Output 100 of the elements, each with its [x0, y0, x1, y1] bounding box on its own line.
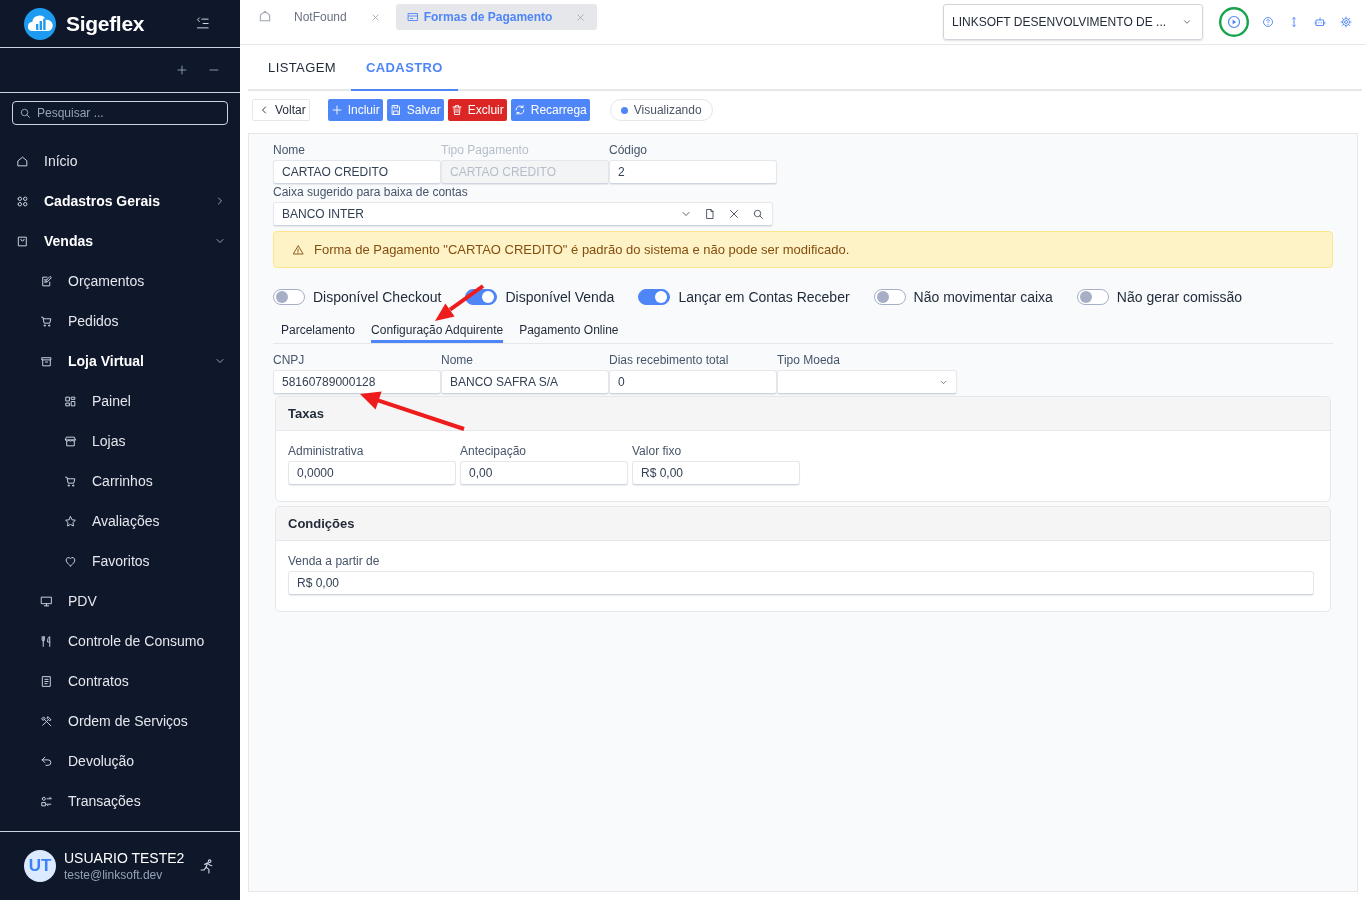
company-select[interactable]: LINKSOFT DESENVOLVIMENTO DE ...	[943, 4, 1203, 40]
search-field[interactable]: Pesquisar ...	[12, 101, 228, 125]
tab[interactable]: Pagamento Online	[519, 317, 619, 343]
bag-icon	[16, 234, 29, 248]
sidebar-item[interactable]: Devolução	[0, 741, 240, 781]
sidebar-item[interactable]: Transações	[0, 781, 240, 821]
field-label: Administrativa	[288, 443, 365, 459]
robot-icon[interactable]	[1314, 16, 1326, 28]
text-field[interactable]: 0	[609, 370, 777, 394]
home-icon	[16, 154, 29, 168]
monitor-icon	[40, 594, 53, 608]
crossed-tools-icon	[40, 714, 53, 728]
text-field[interactable]: R$ 0,00	[288, 571, 1314, 595]
status-dot-icon	[620, 106, 628, 114]
refresh-icon	[513, 104, 526, 116]
toggle-switch[interactable]	[638, 289, 671, 305]
field-label: CNPJ	[273, 352, 306, 368]
text-field[interactable]: 2	[609, 160, 777, 184]
sidebar-item[interactable]: Ordem de Serviços	[0, 701, 240, 741]
file-icon[interactable]	[704, 208, 716, 220]
transfer-icon	[40, 794, 53, 808]
cart-icon	[64, 474, 77, 488]
field-label: Venda a partir de	[288, 553, 381, 569]
field-label: Nome	[441, 352, 474, 368]
chevron-down-icon	[1182, 17, 1192, 27]
text-field[interactable]: CARTAO CREDITO	[273, 160, 441, 184]
star-icon	[64, 514, 77, 528]
settings-icon[interactable]	[1340, 16, 1352, 28]
warning-icon	[292, 243, 304, 256]
field-label: Valor fixo	[632, 443, 683, 459]
archive-box-icon	[40, 354, 53, 368]
help-icon[interactable]	[1262, 16, 1274, 28]
sidebar-item[interactable]: Cadastros Gerais	[0, 181, 240, 221]
text-field[interactable]: R$ 0,00	[632, 461, 800, 485]
user-name: USUARIO TESTE2	[64, 850, 185, 866]
plus-icon	[330, 104, 343, 116]
alert-text: Forma de Pagamento "CARTAO CREDITO" é padrão do sistema e não pode ser modificado.	[314, 242, 850, 257]
delete-button[interactable]: Excluir	[447, 99, 507, 121]
play-icon[interactable]	[1219, 7, 1249, 37]
tab[interactable]: Parcelamento	[281, 317, 356, 343]
tab[interactable]: LISTAGEM	[253, 45, 351, 91]
back-button[interactable]: Voltar	[252, 99, 310, 121]
storefront-icon	[64, 434, 77, 448]
sidebar-item[interactable]: Painel	[0, 381, 240, 421]
sidebar-item[interactable]: Controle de Consumo	[0, 621, 240, 661]
card-icon	[406, 11, 419, 23]
sidebar-item[interactable]: Loja Virtual	[0, 341, 240, 381]
edit-document-icon	[40, 274, 53, 288]
user-email: teste@linksoft.dev	[64, 868, 164, 882]
text-field[interactable]: BANCO SAFRA S/A	[441, 370, 609, 394]
sidebar-item[interactable]: Lojas	[0, 421, 240, 461]
plus-icon[interactable]	[176, 64, 188, 76]
search-icon	[19, 107, 31, 119]
save-icon	[389, 104, 402, 116]
sidebar-item[interactable]: Pedidos	[0, 301, 240, 341]
home-icon[interactable]	[258, 9, 272, 23]
brand-name: Sigeflex	[66, 11, 145, 36]
search-icon[interactable]	[752, 208, 764, 220]
field-label: Caixa sugerido para baixa de contas	[273, 184, 469, 200]
heart-icon	[64, 554, 77, 568]
sidebar-item[interactable]: Início	[0, 141, 240, 181]
circles-icon	[16, 194, 29, 208]
utensils-icon	[40, 634, 53, 648]
toggle-label: Disponível Venda	[505, 289, 615, 305]
toggle-switch[interactable]	[1076, 289, 1109, 305]
close-icon[interactable]	[728, 208, 740, 220]
sidebar-item[interactable]: Favoritos	[0, 541, 240, 581]
dashboard-icon	[64, 394, 77, 408]
field-label: Código	[609, 142, 649, 158]
toggle-label: Disponível Checkout	[313, 289, 442, 305]
sidebar-item[interactable]: Vendas	[0, 221, 240, 261]
sidebar-item[interactable]: PDV	[0, 581, 240, 621]
toggle-label: Lançar em Contas Receber	[678, 289, 850, 305]
field-label: Nome	[273, 142, 306, 158]
sidebar-item[interactable]: Avaliações	[0, 501, 240, 541]
select-field[interactable]	[777, 370, 957, 394]
field-label: Dias recebimento total	[609, 352, 730, 368]
sidebar-item[interactable]: Orçamentos	[0, 261, 240, 301]
document-icon	[40, 674, 53, 688]
text-field[interactable]: 0,0000	[288, 461, 456, 485]
sidebar-item[interactable]: Contratos	[0, 661, 240, 701]
section-title: Taxas	[288, 406, 324, 421]
text-field[interactable]: 58160789000128	[273, 370, 441, 394]
field-label: Tipo Moeda	[777, 352, 841, 368]
undo-icon	[40, 754, 53, 768]
text-field[interactable]: 0,00	[460, 461, 628, 485]
avatar: UT	[24, 850, 56, 882]
collapse-menu-icon[interactable]	[195, 16, 210, 31]
cart-icon	[40, 314, 53, 328]
trash-icon	[450, 104, 463, 116]
toggle-switch[interactable]	[273, 289, 305, 305]
status-label: Visualizando	[633, 103, 702, 117]
section-title: Condições	[288, 516, 355, 531]
toggle-switch[interactable]	[873, 289, 906, 305]
select-field[interactable]: BANCO INTER	[273, 202, 773, 226]
tab[interactable]: NotFound	[282, 4, 392, 30]
toggle-label: Não gerar comissão	[1116, 289, 1243, 305]
field-label: Antecipação	[460, 443, 528, 459]
sidebar-item[interactable]: Carrinhos	[0, 461, 240, 501]
logo-icon	[24, 7, 56, 40]
